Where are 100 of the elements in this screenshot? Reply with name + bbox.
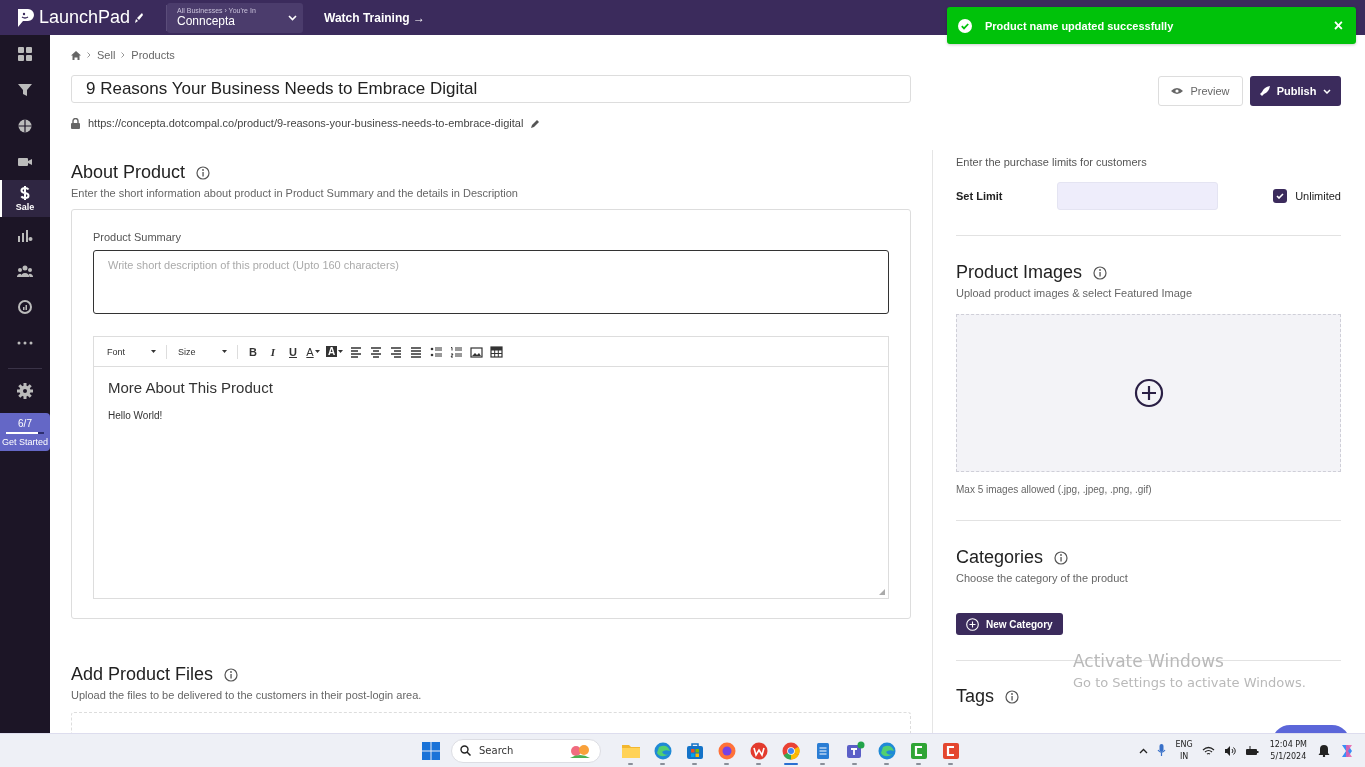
section-subtitle: Choose the category of the product [956,572,1129,584]
office-app-icon [748,740,769,761]
taskbar-app[interactable] [780,740,801,761]
section-title: Tags [956,686,995,707]
watch-training-link[interactable]: Watch Training → [324,10,425,25]
gauge-icon [17,299,33,315]
search-icon [460,745,471,756]
browser-icon [716,740,737,761]
chevron-down-icon [1323,88,1332,94]
taskbar-app[interactable] [844,740,865,761]
wifi-icon[interactable] [1201,745,1215,756]
bar-chart-icon [17,227,33,243]
eye-icon [1171,87,1184,95]
preview-button[interactable]: Preview [1158,76,1243,106]
check-icon [1276,193,1285,199]
chevron-up-icon[interactable] [1139,747,1149,754]
align-right-icon [389,345,403,358]
summary-field[interactable]: Write short description of this product (Upto 160 characters) [93,250,889,314]
home-icon[interactable] [71,50,81,60]
lock-icon [71,117,80,129]
caret-icon [151,350,156,353]
taskbar-app[interactable] [652,740,673,761]
field-label: Set Limit [956,190,1004,202]
section-title: Add Product Files [71,664,214,685]
editor-text: Hello World! [108,410,164,421]
purchase-limit-hint: Enter the purchase limits for customers [956,156,1148,168]
info-icon [196,165,211,180]
info-icon [224,667,239,682]
toast-message: Product name updated successfully [985,19,1174,32]
chevron-down-icon [288,14,297,21]
editor-heading: More About This Product [108,379,274,396]
activation-title: Activate Windows [1073,651,1225,671]
taskbar-app[interactable] [876,740,897,761]
taskbar-app[interactable] [684,740,705,761]
section-subtitle: Upload the files to be delivered to the customers in their post-login area. [71,689,423,701]
taskbar-app[interactable] [716,740,737,761]
recorder-icon [940,740,961,761]
browser-icon [780,740,801,761]
toolbar-dropdown[interactable]: Font [102,341,160,362]
new-category-button[interactable]: New Category [956,613,1063,635]
search-field[interactable]: Search [451,738,601,763]
add-icon [1133,378,1164,408]
field-label: Product Summary [93,231,183,243]
description-editor[interactable]: Font Size B I U A A More About This Product Hello World! [93,336,889,599]
battery-icon[interactable] [1244,745,1259,756]
highlight-button[interactable]: A [324,341,346,362]
underline-button[interactable]: U [284,341,302,362]
info-icon [1093,265,1108,280]
publish-button[interactable]: Publish [1250,76,1341,106]
product-title-field[interactable]: 9 Reasons Your Business Needs to Embrace Digital [71,75,911,103]
chevron-right-icon [121,52,126,58]
font-color-button[interactable]: A [304,341,322,362]
limit-field[interactable] [1057,182,1218,210]
bell-icon[interactable] [1318,744,1330,757]
taskbar-app[interactable] [748,740,769,761]
section-title: Product Images [956,262,1083,283]
funnel-icon [17,82,33,98]
checkbox-label: Unlimited [1295,190,1341,202]
globe-icon [17,118,33,134]
logo-icon [16,6,34,29]
section-title: Categories [956,547,1044,568]
numbered-list-icon [449,345,463,358]
get-started-button[interactable]: 6/7 Get Started [0,413,50,451]
section-subtitle: Enter the short information about product in Product Summary and the details in Description [71,187,519,199]
flower-icon [568,742,592,759]
section-title: About Product [71,162,186,183]
breadcrumb-link[interactable]: Sell [97,49,116,61]
align-left-icon [349,345,363,358]
chevron-right-icon [87,52,91,58]
taskbar-app[interactable] [908,740,929,761]
align-center-icon [369,345,383,358]
browser-icon [652,740,673,761]
bulleted-list-icon [429,345,443,358]
table-icon [489,345,503,358]
windows-logo-icon[interactable] [422,741,440,760]
assistant-icon[interactable] [1339,742,1355,759]
chat-app-icon [844,740,865,761]
breadcrumb-link[interactable]: Products [131,49,175,61]
clock[interactable]: 12:04 PM 5/1/2024 [1267,738,1309,763]
volume-icon[interactable] [1223,745,1236,756]
activation-message: Go to Settings to activate Windows. [1073,675,1306,690]
grid-icon [17,46,33,62]
toolbar-dropdown[interactable]: Size [173,341,231,362]
unlimited-checkbox[interactable] [1273,189,1288,203]
add-icon [966,617,979,631]
edit-icon[interactable] [531,118,541,128]
info-icon [1054,550,1069,565]
language-indicator[interactable]: ENG IN [1175,738,1193,763]
microphone-icon[interactable] [1157,744,1167,757]
taskbar-app[interactable] [940,740,961,761]
bold-button[interactable]: B [244,341,262,362]
sidebar-item[interactable]: Sale [0,180,50,217]
product-url[interactable]: https://concepta.dotcompal.co/product/9-reasons-your-business-needs-to-embrace-digital [88,117,524,129]
recorder-icon [908,740,929,761]
caret-icon [222,350,227,353]
resize-grip-icon[interactable] [879,589,885,595]
caret-icon [338,350,344,353]
section-subtitle: Upload product images & select Featured Image [956,287,1194,299]
italic-button[interactable]: I [264,341,282,362]
settings-icon [17,383,33,399]
